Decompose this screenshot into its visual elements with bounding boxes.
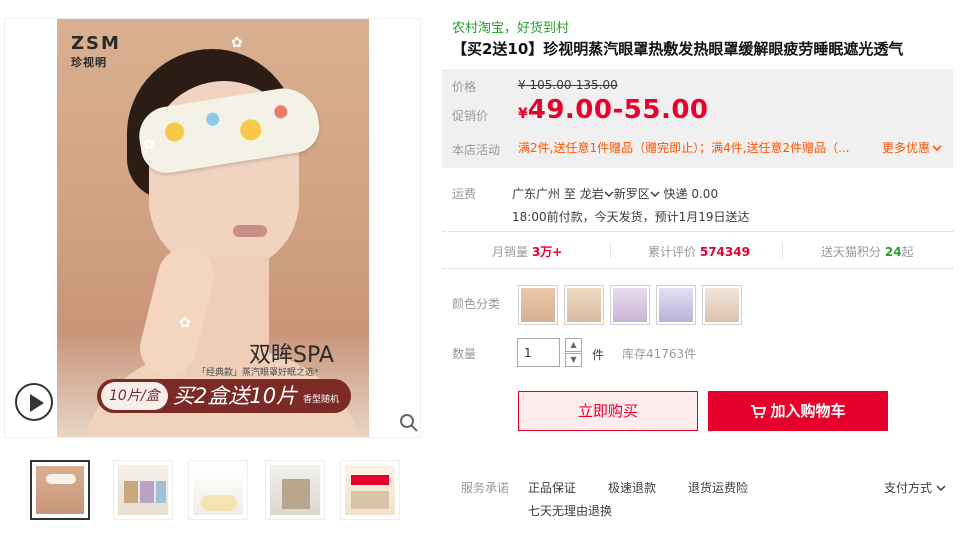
hero-promo-banner: 10片/盒 买2盒送10片 香型随机 — [97, 379, 351, 413]
service-genuine[interactable]: 正品保证 — [528, 479, 576, 496]
chevron-down-icon — [604, 191, 614, 197]
quantity-decrease-button[interactable]: ▼ — [565, 353, 582, 367]
quantity-input[interactable] — [517, 338, 560, 367]
sku-option-2[interactable] — [564, 285, 604, 325]
thumbnail-2[interactable] — [113, 460, 173, 520]
promo-price-label: 促销价 — [452, 109, 489, 123]
scent-note: 香型随机 — [303, 395, 340, 405]
chevron-down-icon — [650, 191, 660, 197]
sales-stats-bar: 月销量 3万+ 累计评价 574349 送天猫积分 24起 — [442, 231, 953, 269]
shipping-label: 运费 — [452, 187, 477, 201]
sku-option-5[interactable] — [702, 285, 742, 325]
cumulative-reviews[interactable]: 累计评价 574349 — [648, 243, 750, 260]
cart-icon — [751, 405, 767, 419]
main-image-viewer[interactable]: ✿ ✿ ✿ ZSM 珍视明 双眸SPA 「经典款」蒸汽眼罩好眠之选* 10片/盒… — [4, 18, 421, 438]
buy-now-button[interactable]: 立即购买 — [518, 391, 698, 431]
sku-option-3[interactable] — [610, 285, 650, 325]
region-selector-district[interactable]: 新罗区 — [614, 187, 660, 201]
flower-icon: ✿ — [179, 315, 191, 331]
add-to-cart-button[interactable]: 加入购物车 — [708, 391, 888, 431]
hero-subheadline: 「经典款」蒸汽眼罩好眠之选* — [197, 368, 319, 378]
store-slogan: 农村淘宝，好货到村 — [452, 21, 570, 36]
chevron-down-icon — [936, 485, 946, 491]
price-panel: 价格 ¥ 105.00-135.00 促销价 ¥49.00-55.00 本店活动… — [442, 69, 953, 168]
zoom-icon[interactable] — [399, 413, 419, 433]
monthly-sales: 月销量 3万+ — [492, 245, 563, 259]
service-seven-day-return[interactable]: 七天无理由退换 — [528, 502, 612, 519]
shipping-row: 广东广州 至 龙岩 新罗区 快递 0.00 — [512, 187, 719, 201]
flower-icon: ✿ — [143, 137, 155, 153]
thumbnail-strip — [30, 460, 410, 520]
brand-logo: ZSM 珍视明 — [71, 33, 121, 69]
service-fast-refund[interactable]: 极速退款 — [608, 479, 656, 496]
service-promise-label: 服务承诺 — [461, 481, 510, 495]
product-title: 【买2送10】珍视明蒸汽眼罩热敷发热眼罩缓解眼疲劳睡眠遮光透气 — [452, 40, 904, 58]
shipping-method: 快递 0.00 — [663, 187, 719, 201]
sku-label: 颜色分类 — [452, 297, 501, 311]
thumbnail-3[interactable] — [188, 460, 248, 520]
product-main-image: ✿ ✿ ✿ ZSM 珍视明 双眸SPA 「经典款」蒸汽眼罩好眠之选* 10片/盒… — [57, 19, 369, 437]
payment-methods-dropdown[interactable]: 支付方式 — [884, 479, 946, 496]
thumbnail-1[interactable] — [30, 460, 90, 520]
store-activity-label: 本店活动 — [452, 143, 501, 157]
flower-icon: ✿ — [231, 35, 243, 51]
delivery-estimate: 18:00前付款，今天发货，预计1月19日送达 — [512, 210, 750, 224]
quantity-increase-button[interactable]: ▲ — [565, 338, 582, 352]
quantity-unit: 件 — [592, 348, 605, 362]
tmall-points: 送天猫积分 24起 — [821, 245, 914, 259]
promo-text: 买2盒送10片 — [173, 384, 298, 408]
original-price: ¥ 105.00-135.00 — [518, 78, 618, 92]
stock-count: 库存41763件 — [622, 347, 697, 361]
ship-from: 广东广州 — [512, 187, 561, 201]
store-activity-text: 满2件,送任意1件赠品（赠完即止）；满4件,送任意2件赠品（... — [518, 141, 850, 155]
chevron-down-icon — [932, 145, 942, 152]
promo-price: ¥49.00-55.00 — [518, 95, 709, 125]
pack-size-pill: 10片/盒 — [101, 382, 168, 410]
play-video-button[interactable] — [15, 383, 53, 421]
sku-option-4[interactable] — [656, 285, 696, 325]
thumbnail-4[interactable] — [265, 460, 325, 520]
region-selector-city[interactable]: 龙岩 — [580, 187, 614, 201]
original-price-label: 价格 — [452, 80, 477, 94]
service-return-shipping-insurance[interactable]: 退货运费险 — [688, 479, 748, 496]
quantity-label: 数量 — [452, 347, 477, 361]
more-offers-link[interactable]: 更多优惠 — [882, 139, 942, 156]
thumbnail-5[interactable] — [340, 460, 400, 520]
sku-option-1[interactable] — [518, 285, 558, 325]
